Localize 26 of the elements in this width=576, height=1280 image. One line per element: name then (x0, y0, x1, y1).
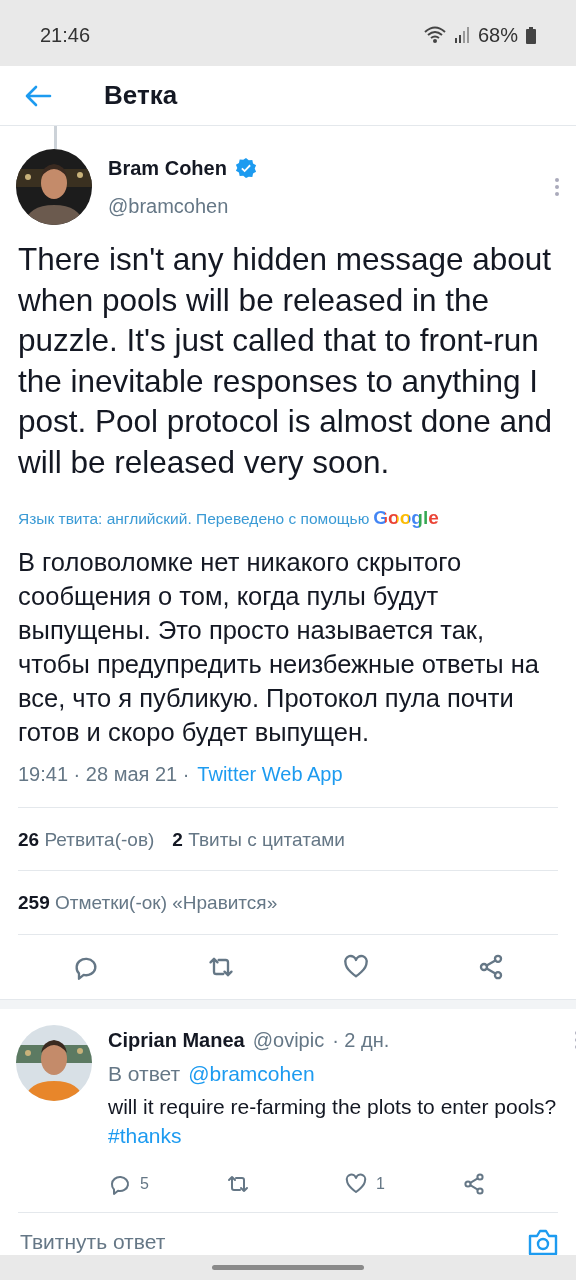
action-count: 5 (140, 1173, 149, 1194)
tweet-timestamp: 19:41 · 28 мая 21 · (18, 761, 190, 787)
heart-icon[interactable] (344, 1171, 368, 1196)
reply-text: will it require re-farming the plots to enter pools? #thanks (108, 1093, 558, 1149)
reply-time: · 2 дн. (332, 1027, 391, 1053)
author-name[interactable]: Bram Cohen (108, 153, 227, 183)
translated-text: В головоломке нет никакого скрытого сообщения о том, когда пулы будут выпущены. Это просто называется так, чтобы предупредить неизбежные ответы на все, что я публикую. Протокол пула почти готов и скоро будет выпущен. (18, 546, 541, 748)
wifi-icon (423, 26, 446, 44)
signal-icon (453, 27, 470, 43)
share-icon[interactable] (462, 1171, 486, 1196)
stat-text[interactable]: 26 Ретвита(-ов) (18, 825, 155, 854)
tweet-text: There isn't any hidden message about when pools will be released in the puzzle. It's just called that to front-run the inevitable responses to anything I post. Pool protocol is almost done and will be released very soon. (18, 240, 554, 482)
action-count: 1 (376, 1173, 385, 1194)
battery-level: 68% (477, 23, 518, 48)
reply-to-label: В ответ (108, 1060, 181, 1087)
stat-text[interactable]: 259 Отметки(-ок) «Нравится» (18, 889, 278, 918)
stat-text[interactable]: 2 Твиты с цитатами (172, 825, 345, 854)
author-name[interactable]: Ciprian Manea (108, 1024, 245, 1055)
battery-icon (526, 26, 536, 44)
page-title: Ветка (104, 79, 178, 112)
translation-note: Язык твита: английский. Переведено с помощью (18, 508, 370, 529)
status-time: 21:46 (40, 23, 91, 48)
author-handle[interactable]: @ovipic (252, 1024, 325, 1055)
author-handle[interactable]: @bramcohen (108, 191, 538, 221)
camera-icon[interactable] (528, 1227, 558, 1256)
back-arrow-icon[interactable] (24, 83, 52, 108)
